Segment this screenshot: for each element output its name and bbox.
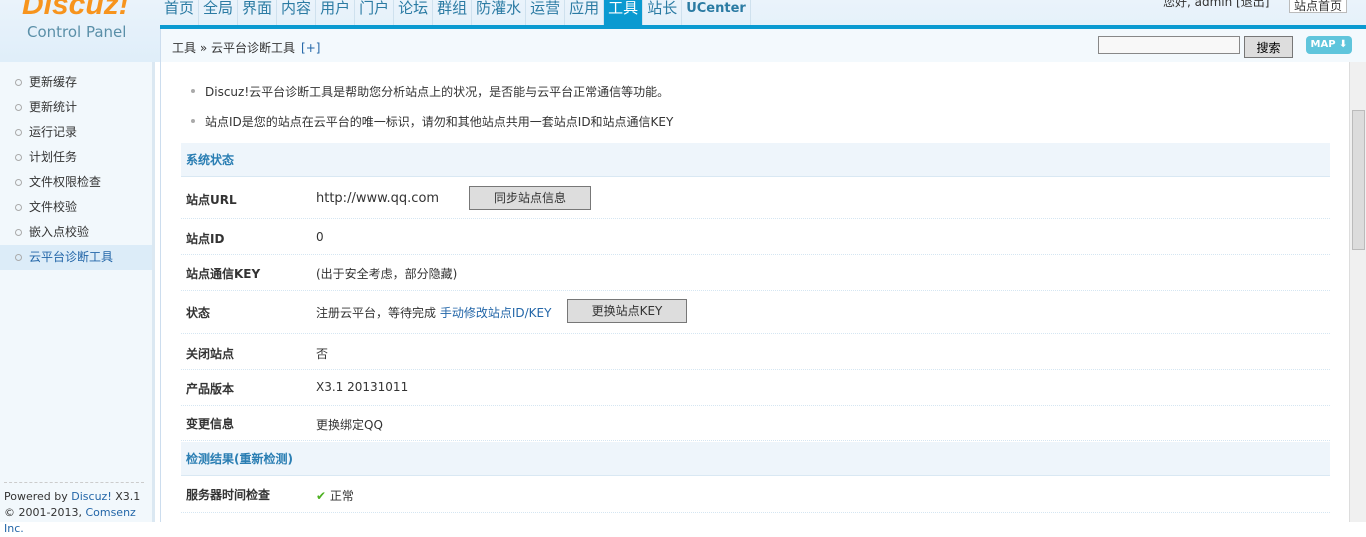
map-button[interactable]: MAP ⬇ xyxy=(1306,36,1352,54)
nav-tab[interactable]: 首页 xyxy=(160,0,200,25)
main-content: Discuz!云平台诊断工具是帮助您分析站点上的状况，是否能与云平台正常通信等功… xyxy=(160,62,1349,522)
id-value: 0 xyxy=(316,230,324,244)
state-label: 状态 xyxy=(186,306,211,320)
sidebar-item[interactable]: 计划任务 xyxy=(0,145,152,170)
nav-tab[interactable]: 防灌水 xyxy=(472,0,527,25)
scrollbar[interactable] xyxy=(1349,62,1366,522)
logo-subtitle: Control Panel xyxy=(27,23,127,41)
user-info[interactable]: 您好, admin [退出] xyxy=(1163,0,1269,10)
rebind-qq-link[interactable]: 更换绑定QQ xyxy=(316,416,383,433)
close-label: 关闭站点 xyxy=(186,347,235,361)
version-label: 产品版本 xyxy=(186,382,235,396)
sidebar-item[interactable]: 运行记录 xyxy=(0,120,152,145)
main-nav: 首页 全局 界面 内容 用户 门户 论坛 群组 防灌水 运营 应用 工具 站长 UCenter xyxy=(160,0,751,25)
breadcrumb-sep: » xyxy=(199,41,208,55)
state-value: 注册云平台，等待完成 手动修改站点ID/KEY xyxy=(316,304,551,321)
check-icon: ✔ xyxy=(316,489,327,503)
add-shortcut-link[interactable]: [+] xyxy=(301,41,320,55)
footer-powered: Powered by Discuz! X3.1 © 2001-2013, Com… xyxy=(4,482,144,537)
sidebar-item[interactable]: 云平台诊断工具 xyxy=(0,245,152,270)
sidebar-item[interactable]: 嵌入点校验 xyxy=(0,220,152,245)
sync-site-button[interactable]: 同步站点信息 xyxy=(469,186,591,210)
breadcrumb-current: 云平台诊断工具 xyxy=(211,41,296,55)
nav-tab[interactable]: 门户 xyxy=(355,0,395,25)
tip-item: Discuz!云平台诊断工具是帮助您分析站点上的状况，是否能与云平台正常通信等功… xyxy=(190,85,670,99)
state-text: 注册云平台，等待完成 xyxy=(316,306,437,320)
edit-id-key-link[interactable]: 手动修改站点ID/KEY xyxy=(440,306,552,320)
time-check-value: 正常 xyxy=(329,489,354,503)
sidebar-item[interactable]: 文件校验 xyxy=(0,195,152,220)
time-check-label: 服务器时间检查 xyxy=(186,488,271,502)
nav-tab[interactable]: 运营 xyxy=(526,0,566,25)
change-key-button[interactable]: 更换站点KEY xyxy=(567,299,687,323)
change-label: 变更信息 xyxy=(186,417,235,431)
discuz-link[interactable]: Discuz! xyxy=(71,490,111,503)
breadcrumb-bar: 工具 » 云平台诊断工具 [+] 搜索 MAP ⬇ xyxy=(160,29,1366,62)
key-label: 站点通信KEY xyxy=(186,267,261,281)
nav-tab[interactable]: 群组 xyxy=(433,0,473,25)
powered-text: Powered by xyxy=(4,490,68,503)
nav-tab[interactable]: 内容 xyxy=(277,0,317,25)
site-home-button[interactable]: 站点首页 xyxy=(1289,0,1347,13)
logo[interactable]: Discuz! xyxy=(22,0,129,22)
sidebar: 更新缓存 更新统计 运行记录 计划任务 文件权限检查 文件校验 嵌入点校验 云平台诊断工具 P… xyxy=(0,62,155,535)
section-check-result[interactable]: 检测结果(重新检测) xyxy=(181,442,1330,476)
breadcrumb-parent[interactable]: 工具 xyxy=(172,41,196,55)
search-button[interactable]: 搜索 xyxy=(1244,36,1293,58)
version: X3.1 xyxy=(115,490,141,503)
scrollbar-thumb[interactable] xyxy=(1352,110,1365,250)
nav-tab[interactable]: 工具 xyxy=(604,0,644,25)
nav-tab[interactable]: UCenter xyxy=(682,0,751,25)
search-input[interactable] xyxy=(1098,36,1240,54)
nav-tab[interactable]: 站长 xyxy=(643,0,683,25)
nav-tab[interactable]: 全局 xyxy=(199,0,239,25)
url-value: http://www.qq.com xyxy=(316,191,440,206)
nav-tab[interactable]: 论坛 xyxy=(394,0,434,25)
nav-tab[interactable]: 应用 xyxy=(565,0,605,25)
copyright: © 2001-2013, xyxy=(4,506,82,519)
tip-item: 站点ID是您的站点在云平台的唯一标识，请勿和其他站点共用一套站点ID和站点通信K… xyxy=(190,115,674,129)
sidebar-item[interactable]: 更新缓存 xyxy=(0,70,152,95)
url-label: 站点URL xyxy=(186,193,237,207)
breadcrumb: 工具 » 云平台诊断工具 [+] xyxy=(172,39,320,56)
sidebar-item[interactable]: 文件权限检查 xyxy=(0,170,152,195)
sidebar-item[interactable]: 更新统计 xyxy=(0,95,152,120)
key-value: (出于安全考虑，部分隐藏) xyxy=(316,267,458,281)
section-system-status: 系统状态 xyxy=(181,143,1330,177)
close-value: 否 xyxy=(316,347,329,361)
nav-tab[interactable]: 界面 xyxy=(238,0,278,25)
nav-tab[interactable]: 用户 xyxy=(316,0,356,25)
id-label: 站点ID xyxy=(186,232,225,246)
version-value: X3.1 20131011 xyxy=(316,380,409,394)
